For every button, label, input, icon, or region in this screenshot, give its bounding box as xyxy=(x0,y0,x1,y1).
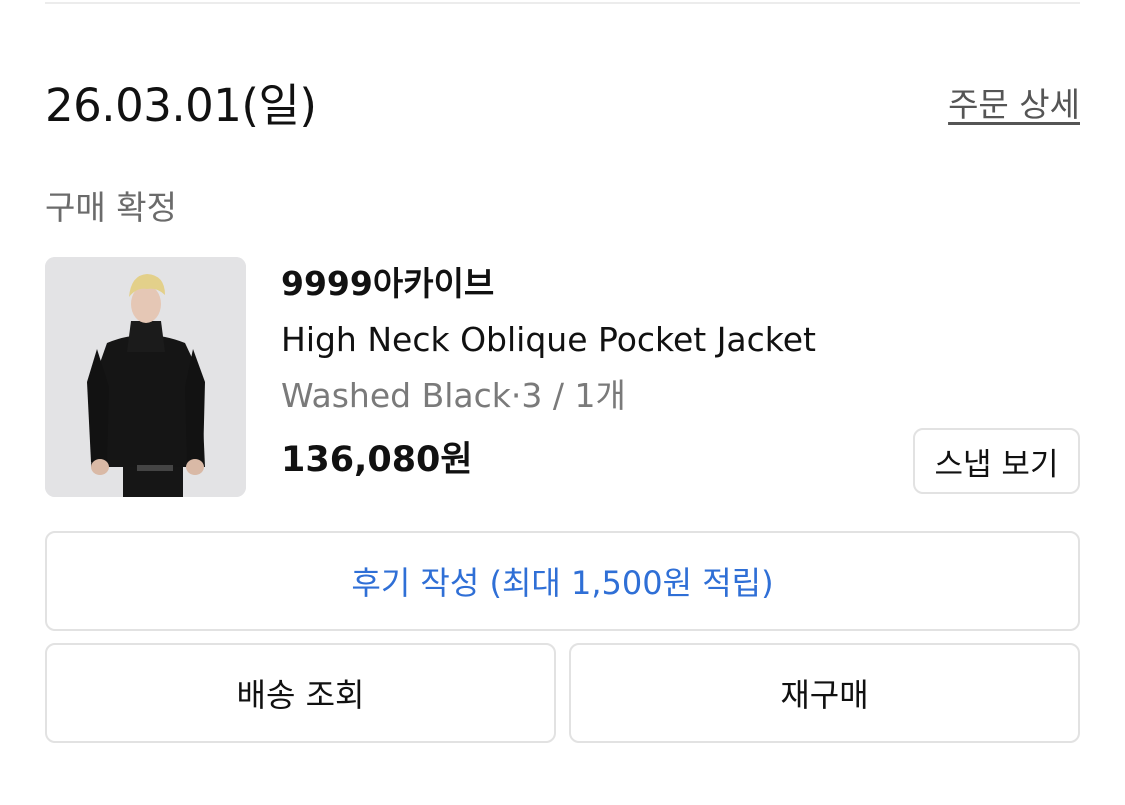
track-delivery-button[interactable]: 배송 조회 xyxy=(45,643,556,743)
product-thumbnail[interactable] xyxy=(45,257,246,497)
view-snap-button[interactable]: 스냅 보기 xyxy=(913,428,1080,494)
rebuy-button[interactable]: 재구매 xyxy=(569,643,1080,743)
product-name[interactable]: High Neck Oblique Pocket Jacket xyxy=(281,318,816,362)
write-review-button[interactable]: 후기 작성 (최대 1,500원 적립) xyxy=(45,531,1080,631)
order-detail-link[interactable]: 주문 상세 xyxy=(948,83,1080,127)
order-status: 구매 확정 xyxy=(45,188,177,227)
product-photo-image xyxy=(45,257,246,497)
brand-name[interactable]: 9999아카이브 xyxy=(281,262,494,306)
top-divider xyxy=(45,2,1080,4)
order-card: 26.03.01(일) 주문 상세 구매 확정 9999아카이브 High Ne xyxy=(0,0,1125,805)
product-option: Washed Black·3 / 1개 xyxy=(281,376,626,415)
product-price: 136,080원 xyxy=(281,440,473,480)
order-date: 26.03.01(일) xyxy=(45,79,317,132)
